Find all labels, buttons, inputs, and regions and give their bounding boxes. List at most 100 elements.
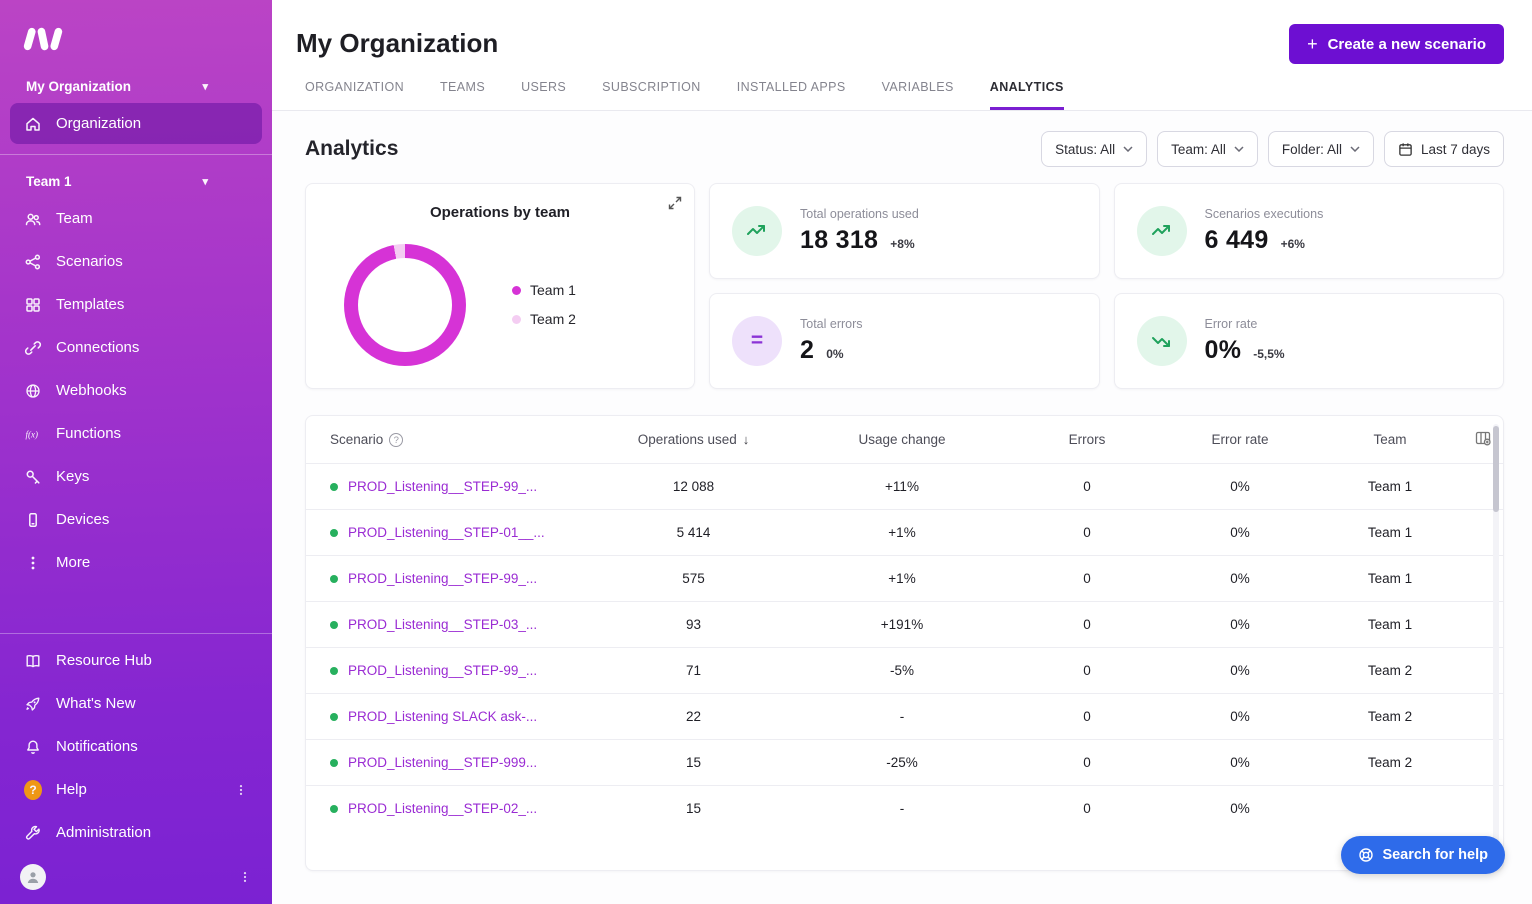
- scenario-link[interactable]: PROD_Listening__STEP-99_...: [348, 479, 537, 494]
- users-icon: [24, 210, 42, 228]
- sidebar-item-connections[interactable]: Connections: [10, 327, 262, 368]
- column-settings-icon[interactable]: [1475, 430, 1491, 446]
- table-row[interactable]: PROD_Listening__STEP-03_... 93 +191% 0 0…: [306, 602, 1504, 648]
- sidebar-item-devices[interactable]: Devices: [10, 499, 262, 540]
- create-scenario-button[interactable]: + Create a new scenario: [1289, 24, 1504, 64]
- team-cell: Team 2: [1319, 694, 1461, 740]
- link-icon: [24, 339, 42, 357]
- life-ring-icon: [1358, 847, 1374, 863]
- tab-subscription[interactable]: SUBSCRIPTION: [602, 80, 701, 110]
- team-selector[interactable]: Team 1 ▾: [0, 160, 272, 197]
- header-scenario: Scenario?: [306, 416, 596, 464]
- chart-legend: Team 1 Team 2: [512, 282, 576, 327]
- error-rate-cell: 0%: [1161, 464, 1319, 510]
- sidebar-item-label: Scenarios: [56, 253, 123, 270]
- status-dot: [330, 713, 338, 721]
- trend-down-icon: [1137, 316, 1187, 366]
- sidebar-item-label: More: [56, 554, 90, 571]
- usage-change-cell: -: [791, 786, 1013, 832]
- table-row[interactable]: PROD_Listening__STEP-99_... 575 +1% 0 0%…: [306, 556, 1504, 602]
- plus-icon: +: [1307, 35, 1318, 53]
- sidebar-item-templates[interactable]: Templates: [10, 284, 262, 325]
- errors-cell: 0: [1013, 602, 1161, 648]
- total-operations-card: Total operations used 18 318 +8%: [709, 183, 1100, 279]
- status-filter[interactable]: Status: All: [1041, 131, 1147, 167]
- usage-change-cell: -: [791, 694, 1013, 740]
- dots-vertical-icon[interactable]: [238, 870, 252, 884]
- sidebar-item-whats-new[interactable]: What's New: [10, 683, 262, 724]
- create-scenario-label: Create a new scenario: [1328, 36, 1486, 53]
- table-row[interactable]: PROD_Listening SLACK ask-... 22 - 0 0% T…: [306, 694, 1504, 740]
- scenario-link[interactable]: PROD_Listening SLACK ask-...: [348, 709, 537, 724]
- sidebar-item-webhooks[interactable]: Webhooks: [10, 370, 262, 411]
- question-badge-icon: ?: [24, 781, 42, 799]
- operations-cell: 575: [596, 556, 791, 602]
- org-tabs: ORGANIZATION TEAMS USERS SUBSCRIPTION IN…: [272, 64, 1532, 111]
- status-dot: [330, 667, 338, 675]
- dots-vertical-icon[interactable]: [234, 783, 248, 797]
- scenario-link[interactable]: PROD_Listening__STEP-999...: [348, 755, 537, 770]
- sidebar-item-notifications[interactable]: Notifications: [10, 726, 262, 767]
- scenario-cell: PROD_Listening__STEP-99_...: [306, 648, 596, 694]
- sidebar-item-more[interactable]: More: [10, 542, 262, 583]
- sidebar-item-help[interactable]: ? Help: [10, 769, 262, 810]
- sidebar: My Organization ▾ Organization Team 1 ▾ …: [0, 0, 272, 904]
- error-rate-cell: 0%: [1161, 510, 1319, 556]
- sidebar-item-label: Team: [56, 210, 93, 227]
- error-rate-cell: 0%: [1161, 786, 1319, 832]
- scenario-link[interactable]: PROD_Listening__STEP-02_...: [348, 801, 537, 816]
- team-filter[interactable]: Team: All: [1157, 131, 1258, 167]
- sidebar-item-resource-hub[interactable]: Resource Hub: [10, 640, 262, 681]
- usage-change-cell: +191%: [791, 602, 1013, 648]
- dots-vertical-icon: [24, 554, 42, 572]
- search-help-button[interactable]: Search for help: [1341, 836, 1505, 874]
- device-icon: [24, 511, 42, 529]
- legend-item-team2: Team 2: [512, 311, 576, 327]
- scenario-link[interactable]: PROD_Listening__STEP-99_...: [348, 663, 537, 678]
- tab-variables[interactable]: VARIABLES: [882, 80, 954, 110]
- sidebar-item-functions[interactable]: f(x) Functions: [10, 413, 262, 454]
- chevron-down-icon: [1234, 146, 1244, 152]
- sidebar-item-keys[interactable]: Keys: [10, 456, 262, 497]
- status-dot: [330, 621, 338, 629]
- table-row[interactable]: PROD_Listening__STEP-99_... 12 088 +11% …: [306, 464, 1504, 510]
- table-row[interactable]: PROD_Listening__STEP-999... 15 -25% 0 0%…: [306, 740, 1504, 786]
- expand-icon[interactable]: [668, 196, 682, 215]
- sidebar-item-scenarios[interactable]: Scenarios: [10, 241, 262, 282]
- analytics-heading: Analytics: [305, 137, 398, 161]
- sidebar-item-administration[interactable]: Administration: [10, 812, 262, 853]
- sort-desc-icon[interactable]: ↓: [743, 432, 750, 447]
- table-row[interactable]: PROD_Listening__STEP-02_... 15 - 0 0%: [306, 786, 1504, 832]
- avatar[interactable]: [20, 864, 46, 890]
- table-row[interactable]: PROD_Listening__STEP-01__... 5 414 +1% 0…: [306, 510, 1504, 556]
- scenario-link[interactable]: PROD_Listening__STEP-99_...: [348, 571, 537, 586]
- organization-selector[interactable]: My Organization ▾: [0, 65, 272, 102]
- tab-installed-apps[interactable]: INSTALLED APPS: [737, 80, 846, 110]
- scenario-link[interactable]: PROD_Listening__STEP-03_...: [348, 617, 537, 632]
- tab-analytics[interactable]: ANALYTICS: [990, 80, 1064, 110]
- legend-dot: [512, 286, 521, 295]
- date-range-filter[interactable]: Last 7 days: [1384, 131, 1504, 167]
- errors-cell: 0: [1013, 786, 1161, 832]
- scenario-cell: PROD_Listening__STEP-99_...: [306, 556, 596, 602]
- tab-organization[interactable]: ORGANIZATION: [305, 80, 404, 110]
- sidebar-item-team[interactable]: Team: [10, 198, 262, 239]
- scenario-link[interactable]: PROD_Listening__STEP-01__...: [348, 525, 545, 540]
- info-icon[interactable]: ?: [389, 433, 403, 447]
- table-row[interactable]: PROD_Listening__STEP-99_... 71 -5% 0 0% …: [306, 648, 1504, 694]
- team-cell: [1319, 786, 1461, 832]
- scrollbar-thumb[interactable]: [1493, 426, 1499, 512]
- sidebar-item-organization[interactable]: Organization: [10, 103, 262, 144]
- stat-delta: -5,5%: [1253, 347, 1284, 361]
- table-scrollbar[interactable]: [1493, 424, 1499, 862]
- folder-filter[interactable]: Folder: All: [1268, 131, 1374, 167]
- legend-label: Team 2: [530, 311, 576, 327]
- table-body: PROD_Listening__STEP-99_... 12 088 +11% …: [306, 464, 1504, 832]
- tab-users[interactable]: USERS: [521, 80, 566, 110]
- tab-teams[interactable]: TEAMS: [440, 80, 485, 110]
- scenarios-table-card: Scenario? Operations used↓ Usage change …: [305, 415, 1504, 871]
- errors-cell: 0: [1013, 510, 1161, 556]
- sidebar-item-label: Devices: [56, 511, 109, 528]
- make-logo[interactable]: [0, 14, 272, 65]
- user-account-row[interactable]: [0, 854, 272, 894]
